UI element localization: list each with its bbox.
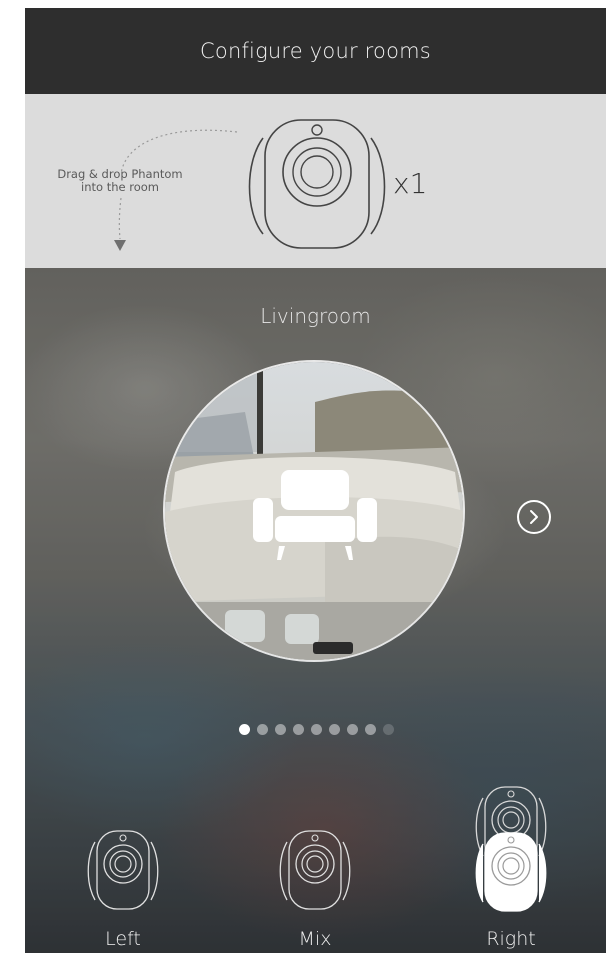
- top-bar: Configure your rooms: [25, 8, 606, 94]
- page-dot[interactable]: [311, 724, 322, 735]
- mix-speaker-slot[interactable]: [277, 828, 353, 914]
- chevron-right-icon: [530, 510, 538, 524]
- room-drop-target[interactable]: [163, 360, 465, 662]
- position-label-right[interactable]: Right: [461, 928, 561, 950]
- page-dot[interactable]: [365, 724, 376, 735]
- page-dot[interactable]: [383, 724, 394, 735]
- drag-hint-line2: into the room: [81, 180, 159, 194]
- next-room-button[interactable]: [517, 500, 551, 534]
- position-label-mix[interactable]: Mix: [265, 928, 365, 950]
- speaker-count: x1: [393, 167, 428, 200]
- room-pagination: [239, 724, 394, 735]
- page-title: Configure your rooms: [200, 39, 431, 63]
- phantom-speaker-draggable[interactable]: [243, 116, 391, 256]
- left-speaker-slot[interactable]: [85, 828, 161, 914]
- drag-drop-panel: Drag & drop Phantom into the room x1: [25, 94, 606, 268]
- room-background: Livingroom Left Mix Right: [25, 268, 606, 953]
- position-label-left[interactable]: Left: [73, 928, 173, 950]
- app-screen: Configure your rooms Drag & drop Phantom…: [25, 8, 606, 953]
- drag-hint: Drag & drop Phantom into the room: [45, 168, 195, 194]
- page-dot[interactable]: [329, 724, 340, 735]
- page-dot[interactable]: [293, 724, 304, 735]
- room-name: Livingroom: [260, 304, 371, 328]
- page-dot[interactable]: [239, 724, 250, 735]
- page-dot[interactable]: [257, 724, 268, 735]
- right-speaker-slot[interactable]: [473, 830, 549, 916]
- armchair-icon: [253, 470, 377, 560]
- page-dot[interactable]: [275, 724, 286, 735]
- page-dot[interactable]: [347, 724, 358, 735]
